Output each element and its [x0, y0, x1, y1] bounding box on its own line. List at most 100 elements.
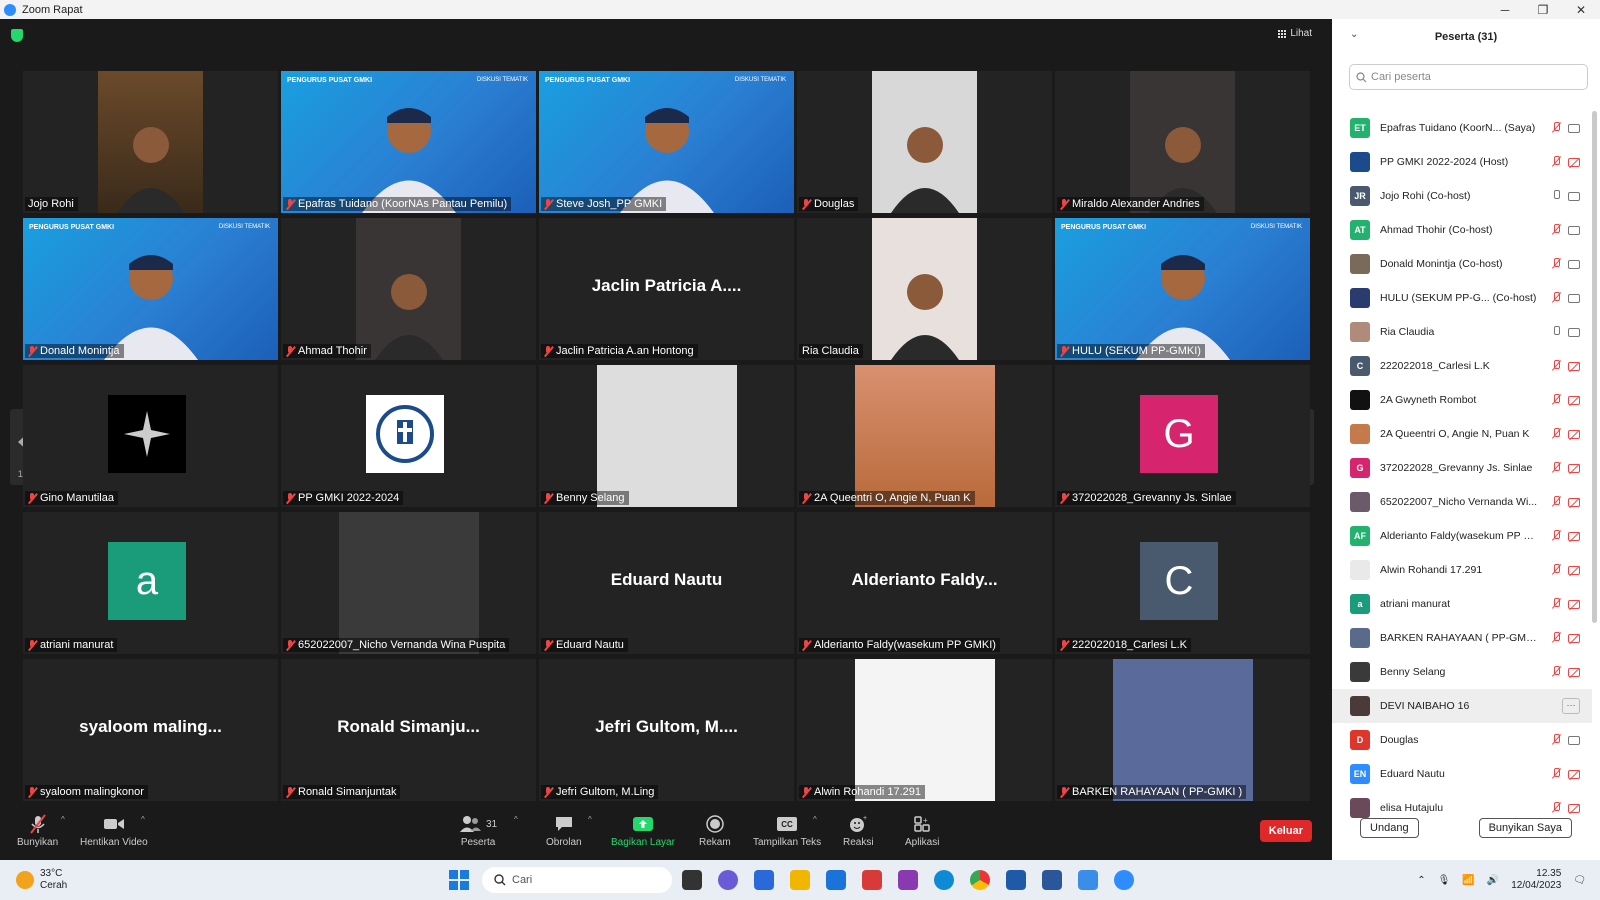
mic-muted-icon[interactable] [1551, 734, 1560, 746]
camera-off-icon[interactable] [1568, 395, 1580, 405]
mic-muted-icon[interactable] [1551, 598, 1560, 610]
camera-icon[interactable] [1568, 259, 1580, 269]
participant-list-item[interactable]: C 222022018_Carlesi L.K [1332, 349, 1592, 383]
participant-list-item[interactable]: 652022007_Nicho Vernanda Wi... [1332, 485, 1592, 519]
mic-muted-icon[interactable] [1551, 666, 1560, 678]
encryption-shield-icon[interactable] [11, 29, 23, 42]
camera-off-icon[interactable] [1568, 803, 1580, 813]
minimize-button[interactable]: ─ [1486, 3, 1524, 17]
mail-icon[interactable] [826, 870, 846, 890]
participant-list-item[interactable]: G 372022028_Grevanny Js. Sinlae [1332, 451, 1592, 485]
participant-list-item[interactable]: Alwin Rohandi 17.291 [1332, 553, 1592, 587]
participant-list-scrollbar[interactable] [1592, 111, 1597, 623]
participant-tile[interactable]: syaloom maling... syaloom malingkonor [23, 659, 278, 801]
camera-icon[interactable] [1568, 327, 1580, 337]
participant-tile[interactable]: BARKEN RAHAYAAN ( PP-GMKI ) [1055, 659, 1310, 801]
camera-off-icon[interactable] [1568, 633, 1580, 643]
onedrive-icon[interactable] [1078, 870, 1098, 890]
audio-options-caret[interactable]: ^ [61, 815, 65, 824]
video-options-caret[interactable]: ^ [141, 815, 145, 824]
start-button[interactable] [448, 869, 470, 891]
mic-muted-icon[interactable] [1551, 496, 1560, 508]
participant-tile[interactable]: C 222022018_Carlesi L.K [1055, 512, 1310, 654]
view-button[interactable]: Lihat [1278, 28, 1312, 39]
participant-list-item[interactable]: DEVI NAIBAHO 16 ··· [1332, 689, 1592, 723]
participant-tile[interactable]: PP GMKI 2022-2024 [281, 365, 536, 507]
camera-icon[interactable] [1568, 225, 1580, 235]
mic-muted-icon[interactable] [1551, 292, 1560, 304]
participant-tile[interactable]: PENGURUS PUSAT GMKI DISKUSI TEMATIK Steve … [539, 71, 794, 213]
participant-tile[interactable]: Ronald Simanju... Ronald Simanjuntak [281, 659, 536, 801]
participant-tile[interactable]: PENGURUS PUSAT GMKI DISKUSI TEMATIK Donald… [23, 218, 278, 360]
camera-icon[interactable] [1568, 191, 1580, 201]
participant-tile[interactable]: Miraldo Alexander Andries [1055, 71, 1310, 213]
leave-button[interactable]: Keluar [1259, 820, 1312, 842]
mic-muted-icon[interactable] [1551, 156, 1560, 168]
mic-muted-icon[interactable] [1551, 224, 1560, 236]
mic-icon[interactable] [1551, 326, 1560, 338]
participant-tile[interactable]: Alwin Rohandi 17.291 [797, 659, 1052, 801]
participant-tile[interactable]: Alderianto Faldy... Alderianto Faldy(wase… [797, 512, 1052, 654]
participant-list-item[interactable]: Benny Selang [1332, 655, 1592, 689]
zoom-taskbar-icon[interactable] [1114, 870, 1134, 890]
participant-list-item[interactable]: EN Eduard Nautu [1332, 757, 1592, 791]
notifications-icon[interactable]: 🗨 [1573, 875, 1586, 886]
participant-tile[interactable]: Jaclin Patricia A.... Jaclin Patricia A.a… [539, 218, 794, 360]
participant-list-item[interactable]: BARKEN RAHAYAAN ( PP-GMKI ) [1332, 621, 1592, 655]
participants-options-caret[interactable]: ^ [514, 815, 518, 824]
reactions-button[interactable]: + Reaksi [843, 813, 874, 848]
camera-off-icon[interactable] [1568, 497, 1580, 507]
show-captions-button[interactable]: CC Tampilkan Teks [753, 813, 821, 848]
camera-off-icon[interactable] [1568, 565, 1580, 575]
chrome-browser-icon[interactable] [970, 870, 990, 890]
participant-list-item[interactable]: HULU (SEKUM PP-G... (Co-host) [1332, 281, 1592, 315]
chat-options-caret[interactable]: ^ [588, 815, 592, 824]
mic-muted-icon[interactable] [1551, 530, 1560, 542]
unmute-me-button[interactable]: Bunyikan Saya [1478, 818, 1572, 838]
participant-search-input[interactable]: Cari peserta [1349, 64, 1588, 90]
teams-chat-icon[interactable] [718, 870, 738, 890]
store-icon[interactable] [754, 870, 774, 890]
invite-button[interactable]: Undang [1360, 818, 1419, 838]
participant-tile[interactable]: Ria Claudia [797, 218, 1052, 360]
participant-tile[interactable]: Benny Selang [539, 365, 794, 507]
mic-muted-icon[interactable] [1551, 122, 1560, 134]
word-icon[interactable] [1042, 870, 1062, 890]
mic-muted-icon[interactable] [1551, 360, 1560, 372]
collapse-panel-chevron-icon[interactable]: ⌄ [1350, 29, 1358, 40]
microphone-tray-icon[interactable]: 🎙 [1438, 875, 1451, 886]
participant-tile[interactable]: a atriani manurat [23, 512, 278, 654]
edge-browser-icon[interactable] [934, 870, 954, 890]
camera-icon[interactable] [1568, 293, 1580, 303]
volume-icon[interactable]: 🔊 [1487, 875, 1499, 886]
taskbar-search-input[interactable]: Cari [482, 867, 672, 893]
participant-list-item[interactable]: 2A Queentri O, Angie N, Puan K [1332, 417, 1592, 451]
camera-off-icon[interactable] [1568, 157, 1580, 167]
camera-off-icon[interactable] [1568, 599, 1580, 609]
more-options-button[interactable]: ··· [1562, 698, 1580, 714]
camera-off-icon[interactable] [1568, 769, 1580, 779]
camera-icon[interactable] [1568, 735, 1580, 745]
unmute-button[interactable]: Bunyikan [17, 813, 58, 848]
participant-list-item[interactable]: JR Jojo Rohi (Co-host) [1332, 179, 1592, 213]
participant-list-item[interactable]: PP GMKI 2022-2024 (Host) [1332, 145, 1592, 179]
file-explorer-icon[interactable] [790, 870, 810, 890]
tray-chevron-up-icon[interactable]: ⌃ [1417, 875, 1425, 886]
participant-tile[interactable]: Ahmad Thohir [281, 218, 536, 360]
mic-muted-icon[interactable] [1551, 802, 1560, 814]
gift-app-icon[interactable] [862, 870, 882, 890]
camera-icon[interactable] [1568, 123, 1580, 133]
apps-button[interactable]: + Aplikasi [905, 813, 939, 848]
close-button[interactable]: ✕ [1562, 3, 1600, 17]
participant-tile[interactable]: PENGURUS PUSAT GMKI DISKUSI TEMATIK Epafra… [281, 71, 536, 213]
participant-tile[interactable]: 2A Queentri O, Angie N, Puan K [797, 365, 1052, 507]
participant-list-item[interactable]: Donald Monintja (Co-host) [1332, 247, 1592, 281]
camera-off-icon[interactable] [1568, 361, 1580, 371]
camera-off-icon[interactable] [1568, 429, 1580, 439]
camera-off-icon[interactable] [1568, 463, 1580, 473]
task-view-icon[interactable] [682, 870, 702, 890]
mic-muted-icon[interactable] [1551, 564, 1560, 576]
app-grid-icon[interactable] [898, 870, 918, 890]
captions-options-caret[interactable]: ^ [813, 815, 817, 824]
wifi-icon[interactable]: 📶 [1462, 875, 1474, 886]
